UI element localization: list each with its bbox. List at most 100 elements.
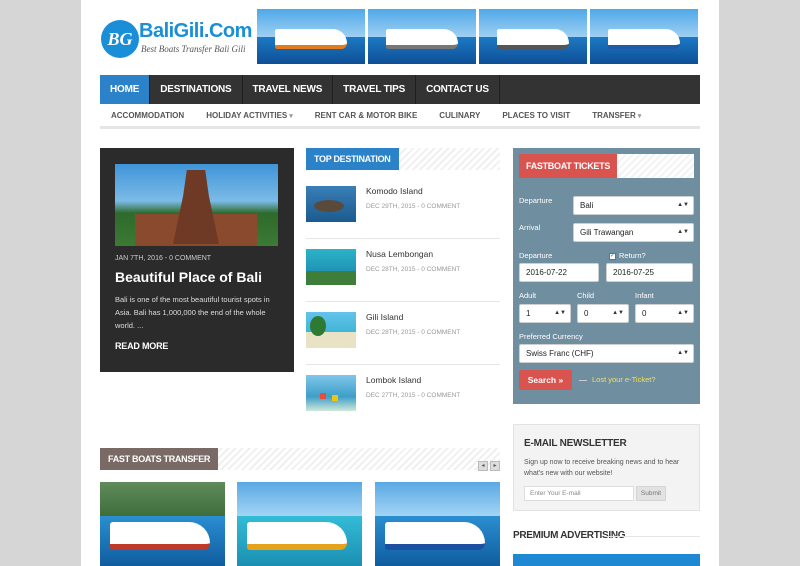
advertising-banner[interactable] xyxy=(513,554,700,566)
return-label-text: Return? xyxy=(619,251,646,260)
destination-thumbnail[interactable] xyxy=(306,312,356,348)
newsletter-text: Sign up now to receive breaking news and… xyxy=(524,459,680,477)
currency-select[interactable]: Swiss Franc (CHF) ▲▼ xyxy=(519,344,694,363)
departure-date-input[interactable]: 2016-07-22 xyxy=(519,263,599,282)
header-boat-image xyxy=(590,9,698,64)
nav-travel-news[interactable]: TRAVEL NEWS xyxy=(243,75,334,104)
sub-nav: ACCOMMODATION HOLIDAY ACTIVITIES ▾ RENT C… xyxy=(100,104,700,129)
adult-label: Adult xyxy=(519,291,537,300)
main-nav: HOME DESTINATIONS TRAVEL NEWS TRAVEL TIP… xyxy=(100,75,700,104)
header-boat-image xyxy=(257,9,365,64)
header-boat-image xyxy=(368,9,476,64)
subnav-label: TRANSFER xyxy=(592,111,636,120)
section-title: FAST BOATS TRANSFER xyxy=(100,448,219,470)
divider xyxy=(606,536,700,537)
subnav-culinary[interactable]: CULINARY xyxy=(428,104,491,126)
header-boat-image xyxy=(479,9,587,64)
subnav-label: CULINARY xyxy=(439,111,481,120)
destination-title[interactable]: Komodo Island xyxy=(366,186,423,196)
currency-label: Preferred Currency xyxy=(519,332,583,341)
email-field[interactable]: Enter Your E-mail xyxy=(524,486,634,501)
departure-select[interactable]: Bali ▲▼ xyxy=(573,196,694,215)
subnav-holiday-activities[interactable]: HOLIDAY ACTIVITIES ▾ xyxy=(195,104,304,126)
fast-boats-header: FAST BOATS TRANSFER ◂ ▸ xyxy=(100,448,500,472)
destination-date: DEC 28TH, 2015 - 0 COMMENT xyxy=(366,329,461,336)
arrival-label: Arrival xyxy=(519,223,541,232)
subnav-rent-car[interactable]: RENT CAR & MOTOR BIKE xyxy=(304,104,429,126)
infant-value: 0 xyxy=(642,309,647,318)
nav-contact-us[interactable]: CONTACT US xyxy=(416,75,500,104)
nav-travel-tips[interactable]: TRAVEL TIPS xyxy=(333,75,417,104)
boat-thumbnail[interactable] xyxy=(100,482,225,566)
infant-label: Infant xyxy=(635,291,654,300)
destination-title[interactable]: Nusa Lembongan xyxy=(366,249,433,259)
select-arrows-icon: ▲▼ xyxy=(677,229,689,235)
return-date-input[interactable]: 2016-07-25 xyxy=(606,263,693,282)
subnav-label: PLACES TO VISIT xyxy=(502,111,571,120)
select-arrows-icon: ▲▼ xyxy=(554,310,566,316)
list-item[interactable]: Nusa Lembongan DEC 28TH, 2015 - 0 COMMEN… xyxy=(306,249,500,302)
list-item[interactable]: Komodo Island DEC 29TH, 2015 - 0 COMMENT xyxy=(306,186,500,239)
boat-thumbnail[interactable] xyxy=(375,482,500,566)
departure-value: Bali xyxy=(580,201,594,210)
subnav-transfer[interactable]: TRANSFER ▾ xyxy=(581,104,652,126)
list-item[interactable]: Lombok Island DEC 27TH, 2015 - 0 COMMENT xyxy=(306,375,500,420)
prev-arrow-icon[interactable]: ◂ xyxy=(478,461,488,471)
adult-value: 1 xyxy=(526,309,531,318)
carousel-controls: ◂ ▸ xyxy=(476,454,500,472)
destination-thumbnail[interactable] xyxy=(306,375,356,411)
read-more-link[interactable]: READ MORE xyxy=(115,341,168,351)
destination-thumbnail[interactable] xyxy=(306,249,356,285)
next-arrow-icon[interactable]: ▸ xyxy=(490,461,500,471)
adult-select[interactable]: 1 ▲▼ xyxy=(519,304,571,323)
featured-title[interactable]: Beautiful Place of Bali xyxy=(115,269,262,285)
chevron-down-icon: ▾ xyxy=(637,113,642,120)
destination-date: DEC 27TH, 2015 - 0 COMMENT xyxy=(366,392,461,399)
site-logo[interactable]: BG BaliGili.Com Best Boats Transfer Bali… xyxy=(101,18,253,60)
checkbox-icon[interactable]: ✓ xyxy=(609,252,616,260)
newsletter-widget: E-MAIL NEWSLETTER Sign up now to receive… xyxy=(513,424,700,511)
arrival-select[interactable]: Gili Trawangan ▲▼ xyxy=(573,223,694,242)
search-button[interactable]: Search » xyxy=(519,370,572,390)
list-item[interactable]: Gili Island DEC 28TH, 2015 - 0 COMMENT xyxy=(306,312,500,365)
currency-value: Swiss Franc (CHF) xyxy=(526,349,594,358)
select-arrows-icon: ▲▼ xyxy=(677,202,689,208)
nav-destinations[interactable]: DESTINATIONS xyxy=(150,75,243,104)
boat-thumbnail[interactable] xyxy=(237,482,362,566)
logo-name: BaliGili.Com xyxy=(139,20,252,42)
destination-thumbnail[interactable] xyxy=(306,186,356,222)
return-label: ✓ Return? xyxy=(609,251,646,260)
child-value: 0 xyxy=(584,309,589,318)
featured-excerpt: Bali is one of the most beautiful touris… xyxy=(115,295,270,330)
child-label: Child xyxy=(577,291,595,300)
destination-title[interactable]: Lombok Island xyxy=(366,375,421,385)
subnav-places-to-visit[interactable]: PLACES TO VISIT xyxy=(491,104,581,126)
infant-select[interactable]: 0 ▲▼ xyxy=(635,304,694,323)
destination-date: DEC 28TH, 2015 - 0 COMMENT xyxy=(366,266,461,273)
section-title: FASTBOAT TICKETS xyxy=(519,154,618,178)
departure-label: Departure xyxy=(519,196,553,205)
child-select[interactable]: 0 ▲▼ xyxy=(577,304,629,323)
arrival-value: Gili Trawangan xyxy=(580,228,634,237)
section-title: TOP DESTINATION xyxy=(306,148,399,170)
ticket-header: FASTBOAT TICKETS xyxy=(513,148,700,178)
select-arrows-icon: ▲▼ xyxy=(677,350,689,356)
featured-meta: JAN 7TH, 2016 - 0 COMMENT xyxy=(115,255,212,262)
submit-button[interactable]: Submit xyxy=(636,486,666,501)
chevron-down-icon: ▾ xyxy=(289,113,293,120)
select-arrows-icon: ▲▼ xyxy=(612,310,624,316)
top-destination-header: TOP DESTINATION xyxy=(306,148,500,170)
destination-title[interactable]: Gili Island xyxy=(366,312,403,322)
lost-ticket-link[interactable]: Lost your e-Ticket? xyxy=(579,375,656,384)
subnav-label: ACCOMMODATION xyxy=(111,111,185,120)
logo-tagline: Best Boats Transfer Bali Gili xyxy=(141,44,246,54)
subnav-label: HOLIDAY ACTIVITIES xyxy=(206,111,288,120)
destination-date: DEC 29TH, 2015 - 0 COMMENT xyxy=(366,203,461,210)
subnav-accommodation[interactable]: ACCOMMODATION xyxy=(100,104,195,126)
lost-ticket-text: Lost your e-Ticket? xyxy=(592,375,656,384)
featured-image[interactable] xyxy=(115,164,278,246)
logo-badge: BG xyxy=(101,20,139,58)
subnav-label: RENT CAR & MOTOR BIKE xyxy=(314,111,418,120)
newsletter-title: E-MAIL NEWSLETTER xyxy=(524,438,627,449)
nav-home[interactable]: HOME xyxy=(100,75,151,104)
